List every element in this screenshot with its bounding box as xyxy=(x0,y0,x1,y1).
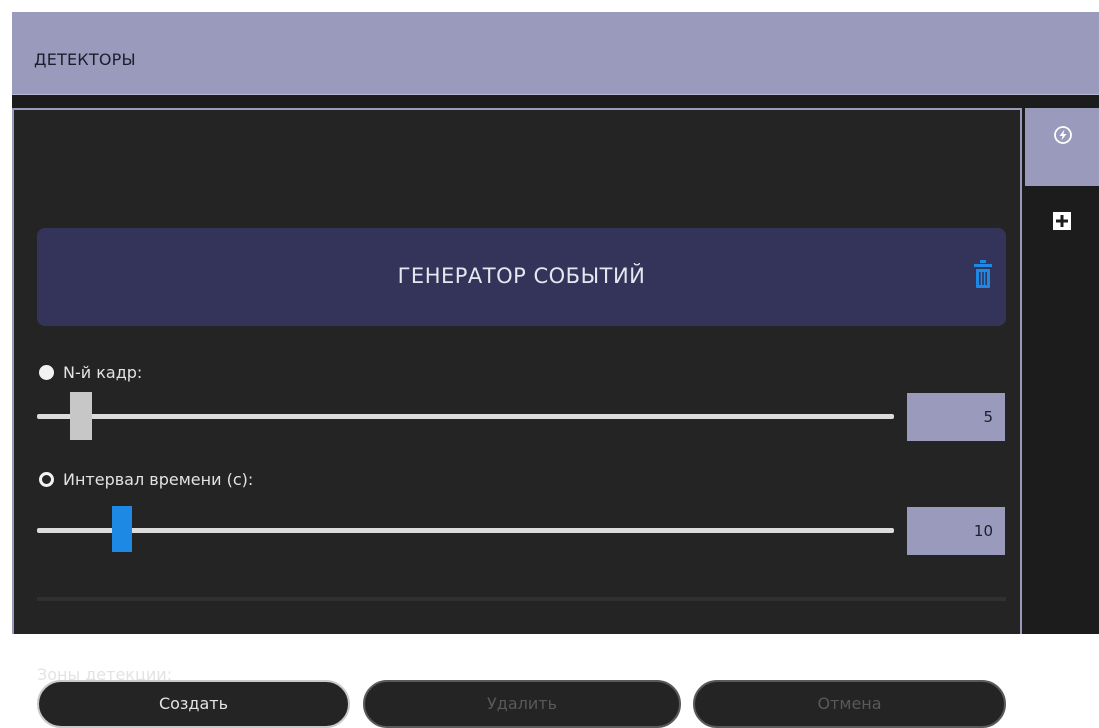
detector-panel: ГЕНЕРАТОР СОБЫТИЙ N-й кадр: 5 Интервал в… xyxy=(12,108,1022,728)
time-interval-slider-handle[interactable] xyxy=(112,506,132,552)
nth-frame-radio[interactable] xyxy=(39,365,54,380)
nth-frame-option[interactable]: N-й кадр: xyxy=(39,363,142,382)
nth-frame-slider-handle[interactable] xyxy=(70,392,92,440)
nth-frame-slider-track[interactable] xyxy=(37,414,894,419)
nth-frame-value-field[interactable]: 5 xyxy=(907,393,1005,441)
plus-icon[interactable] xyxy=(1053,212,1071,230)
window-title: ДЕТЕКТОРЫ xyxy=(34,50,136,69)
time-interval-value-field[interactable]: 10 xyxy=(907,507,1005,555)
time-interval-radio[interactable] xyxy=(39,472,54,487)
time-interval-label: Интервал времени (с): xyxy=(63,470,254,489)
sidebar-item-event-generator[interactable] xyxy=(1025,108,1099,186)
nth-frame-label: N-й кадр: xyxy=(63,363,143,382)
lightning-icon xyxy=(1054,126,1072,144)
detectors-window: ДЕТЕКТОРЫ ГЕНЕРАТОР СОБЫТИЙ N-й кадр: 5 … xyxy=(12,12,1099,728)
cancel-zone-button[interactable]: Отмена xyxy=(693,680,1006,728)
detector-title: ГЕНЕРАТОР СОБЫТИЙ xyxy=(397,264,646,288)
section-divider xyxy=(37,597,1006,601)
window-titlebar: ДЕТЕКТОРЫ xyxy=(12,12,1099,95)
detector-header: ГЕНЕРАТОР СОБЫТИЙ xyxy=(37,228,1006,326)
detector-sidebar xyxy=(1025,108,1099,634)
time-interval-option[interactable]: Интервал времени (с): xyxy=(39,470,253,489)
delete-zone-button[interactable]: Удалить xyxy=(363,680,681,728)
trash-icon[interactable] xyxy=(974,260,992,288)
create-zone-button[interactable]: Создать xyxy=(37,680,350,728)
time-interval-slider-track[interactable] xyxy=(37,528,894,533)
